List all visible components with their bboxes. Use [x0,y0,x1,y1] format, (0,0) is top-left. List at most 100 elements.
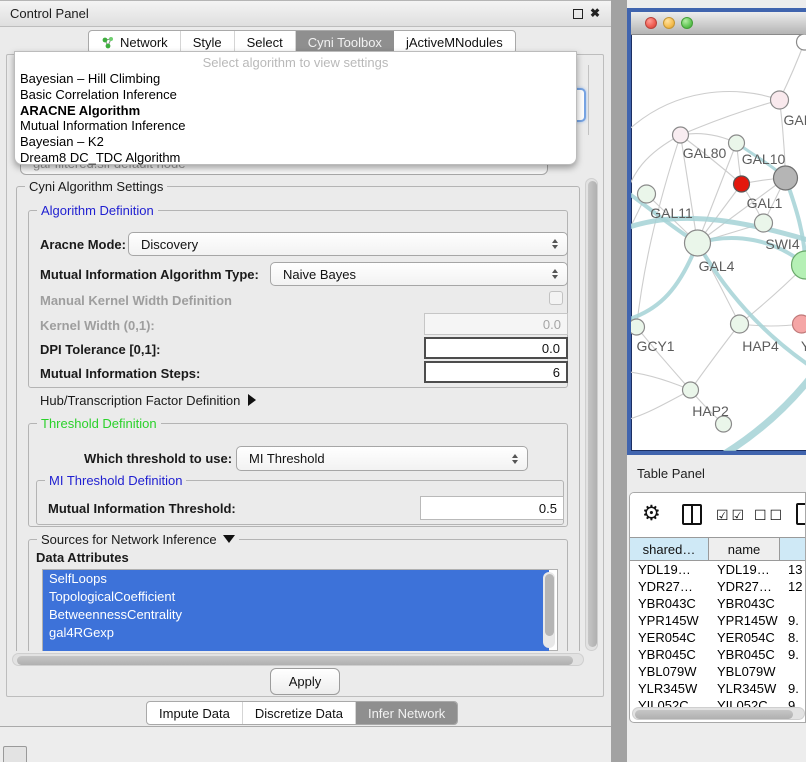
network-node-gal11[interactable] [638,185,656,203]
table-row[interactable]: YIL052CYIL052C9 [630,697,806,707]
table-row[interactable]: YDR27…YDR27…12 [630,578,806,595]
table-cell[interactable]: YBL079W [630,663,709,680]
algorithm-option-selected[interactable]: ARACNE Algorithm [15,103,576,119]
tab-impute-data[interactable]: Impute Data [147,702,243,724]
mi-threshold-field[interactable]: 0.5 [420,496,564,520]
table-row[interactable]: YBL079WYBL079W [630,663,806,680]
table-cell[interactable]: YIL052C [630,697,709,707]
network-node-gray[interactable] [774,166,798,190]
table-cell[interactable]: YBL079W [709,663,780,680]
dpi-tolerance-field[interactable]: 0.0 [424,337,568,359]
tab-style[interactable]: Style [181,31,235,53]
table-cell[interactable]: YBR043C [630,595,709,612]
column-header-name[interactable]: name [709,538,780,560]
select-all-checkboxes-icon[interactable]: ☑☑ [716,507,747,524]
table-row[interactable]: YBR045CYBR045C9. [630,646,806,663]
table-cell[interactable]: 9. [780,680,806,697]
algorithm-option[interactable]: Mutual Information Inference [15,118,576,134]
mi-steps-field[interactable]: 6 [424,361,568,383]
table-cell[interactable]: YPR145W [709,612,780,629]
tab-discretize-data[interactable]: Discretize Data [243,702,356,724]
table-cell[interactable]: YER054C [709,629,780,646]
panel-divider[interactable] [611,0,627,762]
table-row[interactable]: YDL19…YDL19…13 [630,561,806,578]
scrollbar-thumb[interactable] [545,574,554,636]
table-cell[interactable]: YBR045C [630,646,709,663]
network-node-gal10[interactable] [729,135,745,151]
tab-select[interactable]: Select [235,31,296,53]
network-node-y[interactable] [793,315,806,333]
network-canvas[interactable]: GAL GAL80 GAL10 GAL1 GAL11 SWI4 GAL4 GCY… [631,34,806,451]
list-item-partial[interactable] [43,642,549,651]
zoom-traffic-light-icon[interactable] [681,17,693,29]
list-item[interactable]: BetweennessCentrality [43,606,549,624]
list-scrollbar[interactable] [543,572,555,648]
minimize-traffic-light-icon[interactable] [663,17,675,29]
algorithm-option[interactable]: Bayesian – Hill Climbing [15,71,576,87]
table-cell[interactable]: 9. [780,612,806,629]
table-cell[interactable]: YLR345W [709,680,780,697]
deselect-all-checkboxes-icon[interactable]: ☐☐ [754,507,785,524]
table-cell[interactable]: YDR27… [709,578,780,595]
table-cell[interactable]: YLR345W [630,680,709,697]
kernel-width-field[interactable]: 0.0 [424,313,568,335]
table-cell[interactable]: 9 [780,697,806,707]
table-row[interactable]: YER054CYER054C8. [630,629,806,646]
scrollbar-thumb[interactable] [17,656,573,665]
tab-infer-network[interactable]: Infer Network [356,702,457,724]
table-cell[interactable]: 9. [780,646,806,663]
expanded-arrow-icon[interactable] [223,535,235,543]
table-cell[interactable]: YBR043C [709,595,780,612]
algorithm-option[interactable]: Basic Correlation Inference [15,87,576,103]
table-cell[interactable]: YDR27… [630,578,709,595]
aracne-mode-combobox[interactable]: Discovery [128,232,568,256]
algorithm-option[interactable]: Bayesian – K2 [15,134,576,150]
table-row[interactable]: YLR345WYLR345W9. [630,680,806,697]
network-node[interactable] [797,34,806,50]
table-cell[interactable]: 13 [780,561,806,578]
scrollbar-thumb[interactable] [635,710,793,719]
network-node-gal-cut[interactable] [771,91,789,109]
which-threshold-combobox[interactable]: MI Threshold [236,446,528,471]
list-item[interactable]: TopologicalCoefficient [43,588,549,606]
table-cell[interactable]: YPR145W [630,612,709,629]
table-cell[interactable]: YBR045C [709,646,780,663]
hub-definition-toggle[interactable]: Hub/Transcription Factor Definition [40,393,256,408]
columns-icon[interactable] [682,504,702,525]
mi-type-combobox[interactable]: Naive Bayes [270,262,568,286]
table-cell[interactable]: 8. [780,629,806,646]
export-table-icon[interactable] [796,503,806,525]
settings-horizontal-scrollbar[interactable] [12,653,584,666]
tab-network[interactable]: Network [89,31,181,53]
table-cell[interactable] [780,595,806,612]
settings-vertical-scrollbar[interactable] [585,178,598,651]
table-cell[interactable]: YDL19… [709,561,780,578]
table-cell[interactable] [780,663,806,680]
table-cell[interactable]: YER054C [630,629,709,646]
table-cell[interactable]: YDL19… [630,561,709,578]
network-node-gal4[interactable] [685,230,711,256]
table-cell[interactable]: YIL052C [709,697,780,707]
tab-cyni-toolbox[interactable]: Cyni Toolbox [296,31,394,53]
column-header-cut[interactable] [780,538,806,560]
scrollbar-thumb[interactable] [588,181,597,647]
close-traffic-light-icon[interactable] [645,17,657,29]
column-header-shared-name[interactable]: shared… [630,538,709,560]
gear-icon[interactable]: ⚙ [642,502,661,526]
table-cell[interactable]: 12 [780,578,806,595]
network-node-swi4[interactable] [755,214,773,232]
table-horizontal-scrollbar[interactable] [632,707,805,720]
network-node-hap4[interactable] [731,315,749,333]
list-item[interactable]: SelfLoops [43,570,549,588]
table-row[interactable]: YPR145WYPR145W9. [630,612,806,629]
network-node-gal80[interactable] [673,127,689,143]
network-node-gal1[interactable] [734,176,750,192]
close-icon[interactable]: ✖ [589,7,601,19]
network-node-hap2[interactable] [683,382,699,398]
mini-panel-icon[interactable] [3,746,27,762]
table-row[interactable]: YBR043CYBR043C [630,595,806,612]
apply-button[interactable]: Apply [270,668,340,695]
algorithm-option[interactable]: Dream8 DC_TDC Algorithm [15,150,576,166]
network-window-titlebar[interactable] [631,12,806,35]
manual-kernel-checkbox[interactable] [549,291,563,305]
